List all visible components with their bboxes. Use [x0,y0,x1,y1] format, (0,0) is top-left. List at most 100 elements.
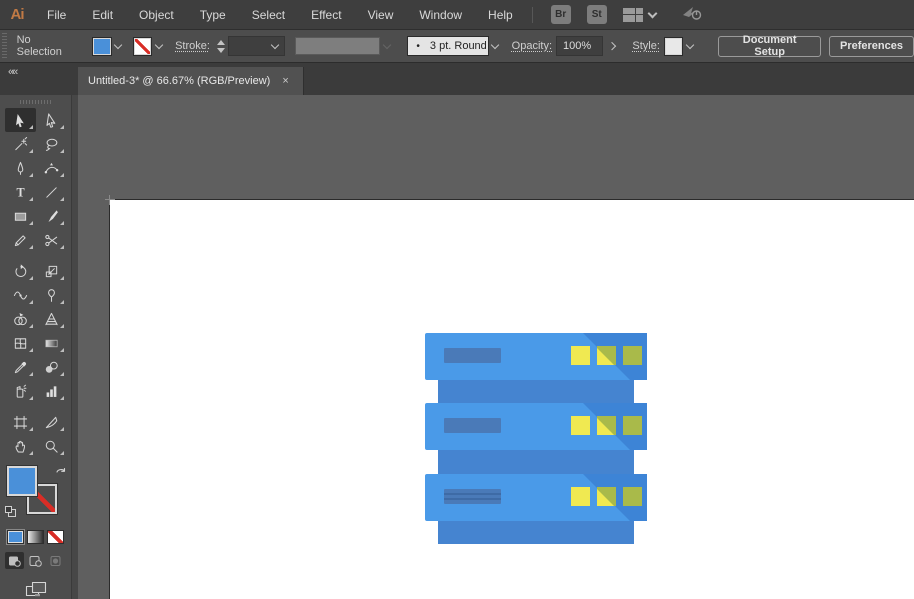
server-base [438,520,634,544]
draw-normal-button[interactable] [5,552,24,569]
menu-view[interactable]: View [355,0,407,30]
menu-object[interactable]: Object [126,0,187,30]
document-tab-strip: «« Untitled-3* @ 66.67% (RGB/Preview) × [0,63,914,95]
menu-file[interactable]: File [34,0,79,30]
canvas-pasteboard[interactable] [78,95,914,599]
stroke-label[interactable]: Stroke: [175,40,210,52]
server-unit-3 [425,474,647,521]
stroke-color-dropdown[interactable] [152,37,165,56]
curvature-tool[interactable] [36,156,67,180]
paintbrush-tool[interactable] [36,204,67,228]
server-illustration[interactable] [424,332,648,545]
default-fill-stroke-icon[interactable] [4,504,16,522]
stroke-width-stepper[interactable] [216,39,225,53]
style-swatch[interactable] [663,36,684,56]
led-1 [571,416,590,435]
menu-edit[interactable]: Edit [79,0,126,30]
gradient-tool[interactable] [36,331,67,355]
type-tool[interactable]: T [5,180,36,204]
column-graph-tool[interactable] [36,379,67,403]
collapse-panel-icon[interactable]: «« [8,66,18,78]
blend-tool[interactable] [36,355,67,379]
brush-name: 3 pt. Round [429,40,487,52]
lasso-tool[interactable] [36,132,67,156]
menu-divider [531,6,533,23]
pen-tool[interactable] [5,156,36,180]
led-3 [623,487,642,506]
stepper-up-icon[interactable] [216,39,225,45]
magic-wand-tool[interactable] [5,132,36,156]
tab-close-icon[interactable]: × [282,75,288,87]
stroke-width-select[interactable] [227,36,286,56]
rotate-tool[interactable] [5,259,36,283]
shape-builder-tool[interactable] [5,307,36,331]
control-bar: No Selection Stroke: • 3 pt. Round Opaci… [0,30,914,63]
style-dropdown[interactable] [683,37,696,56]
sync-status-icon[interactable] [680,3,702,26]
server-connector [438,449,634,477]
width-tool[interactable] [5,283,36,307]
tools-panel-grip[interactable] [19,100,52,104]
illustrator-window: Ai File Edit Object Type Select Effect V… [0,0,914,599]
fill-color-swatch[interactable] [92,36,112,56]
opacity-expand-icon[interactable] [607,41,616,51]
rectangle-tool[interactable] [5,204,36,228]
control-bar-grip[interactable] [2,33,7,59]
screen-mode-button[interactable] [0,581,71,598]
fill-color-dropdown[interactable] [112,37,125,56]
selection-status: No Selection [16,34,62,58]
artboard[interactable] [105,195,914,599]
led-3 [623,416,642,435]
menu-select[interactable]: Select [239,0,298,30]
color-button[interactable] [7,530,24,544]
opacity-input[interactable]: 100% [556,36,603,56]
hand-tool[interactable] [5,434,36,458]
brush-preview-dot: • [416,40,420,52]
document-tab[interactable]: Untitled-3* @ 66.67% (RGB/Preview) × [78,67,304,95]
draw-behind-button[interactable] [26,552,45,569]
line-segment-tool[interactable] [36,180,67,204]
fill-indicator[interactable] [6,466,37,496]
document-title: Untitled-3* @ 66.67% (RGB/Preview) [88,75,271,87]
eyedropper-tool[interactable] [5,355,36,379]
workspace-switcher-icon[interactable] [622,7,660,22]
stepper-down-icon[interactable] [216,47,225,53]
scale-tool[interactable] [36,259,67,283]
artboard-tool[interactable] [5,410,36,434]
menu-type[interactable]: Type [187,0,239,30]
server-unit-1 [425,333,647,380]
preferences-button[interactable]: Preferences [829,35,914,57]
document-setup-button[interactable]: Document Setup [718,34,821,58]
menu-window[interactable]: Window [406,0,475,30]
scissors-tool[interactable] [36,228,67,252]
style-label[interactable]: Style: [632,40,660,52]
led-1 [571,346,590,365]
bridge-icon[interactable]: Br [550,5,571,24]
none-button[interactable] [47,530,64,544]
brush-definition-select[interactable]: • 3 pt. Round [407,36,489,56]
stroke-color-swatch[interactable] [132,36,153,56]
drawing-modes-row [0,552,71,569]
brush-dropdown[interactable] [489,37,502,56]
chevron-down-icon [647,8,658,18]
tools-panel: T [0,95,72,599]
direct-selection-tool[interactable] [36,108,67,132]
opacity-label[interactable]: Opacity: [512,40,552,52]
symbol-sprayer-tool[interactable] [5,379,36,403]
perspective-grid-tool[interactable] [36,307,67,331]
led-3 [623,346,642,365]
mesh-tool[interactable] [5,331,36,355]
selection-tool[interactable] [4,108,36,132]
menu-bar: Ai File Edit Object Type Select Effect V… [0,0,914,30]
free-transform-tool[interactable] [36,283,67,307]
zoom-tool[interactable] [36,434,67,458]
artboard-corner-marker [105,195,115,205]
menu-help[interactable]: Help [475,0,526,30]
gradient-button[interactable] [27,530,44,544]
stock-icon[interactable]: St [586,5,607,24]
shaper-tool[interactable] [5,228,36,252]
swap-fill-stroke-icon[interactable] [55,466,67,484]
stroke-width-dropdown-icon[interactable] [268,37,282,56]
menu-effect[interactable]: Effect [298,0,354,30]
slice-tool[interactable] [36,410,67,434]
